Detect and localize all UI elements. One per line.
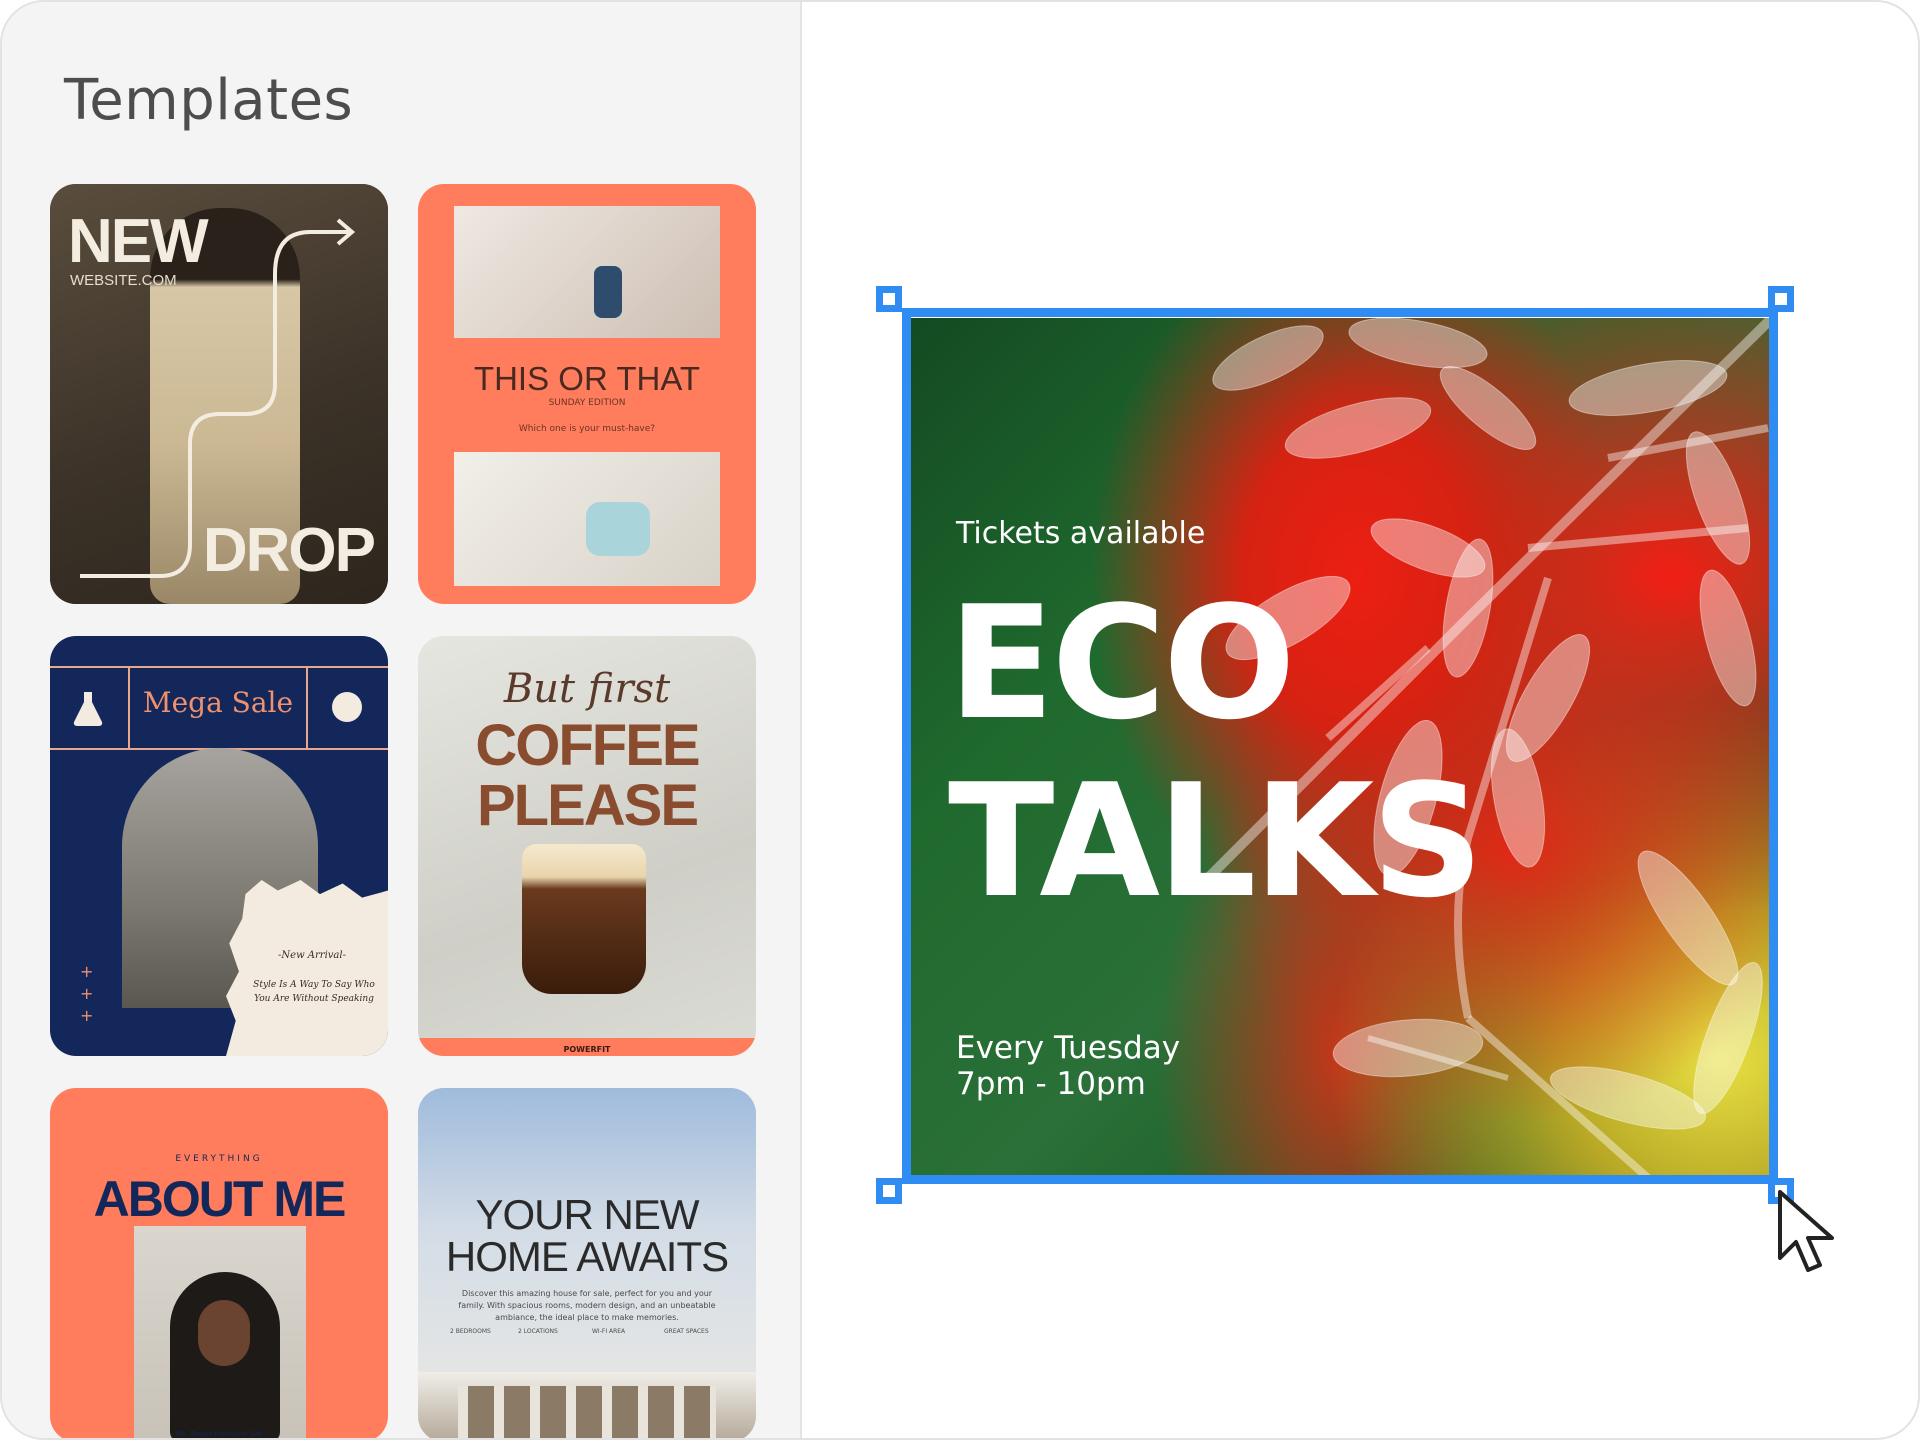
card-tagline: Style Is A Way To Say Who You Are Withou… — [253, 980, 375, 1004]
card-headline: COFFEE PLEASE — [418, 716, 756, 836]
headline-line-1: COFFEE — [475, 713, 700, 778]
card-headline: YOUR NEW HOME AWAITS — [418, 1194, 756, 1278]
resize-handle-top-left[interactable] — [876, 286, 902, 312]
portrait-face — [198, 1300, 250, 1366]
flask-icon — [73, 692, 103, 726]
template-card-this-or-that[interactable]: THIS OR THAT SUNDAY EDITION Which one is… — [418, 184, 756, 604]
feature-label: WI-FI AREA — [592, 1328, 626, 1335]
card-caption: Ms. Tangle Instructor Sat — [175, 1430, 263, 1438]
card-headline: Mega Sale — [142, 686, 294, 719]
template-card-coffee-please[interactable]: But first COFFEE PLEASE POWERFIT — [418, 636, 756, 1056]
feature-label: 2 BEDROOMS — [450, 1328, 491, 1335]
divider — [306, 666, 308, 750]
card-subtitle: SUNDAY EDITION — [548, 398, 626, 408]
card-headline: THIS OR THAT — [473, 360, 701, 397]
feature-label: 2 LOCATIONS — [518, 1328, 558, 1335]
app-frame: Templates NEW WEBSITE.COM DROP THIS OR T… — [0, 0, 1920, 1440]
panel-title: Templates — [64, 68, 354, 133]
plus-icon: + — [80, 984, 94, 1003]
jar-graphic — [586, 502, 650, 556]
card-headline-2: DROP — [202, 516, 376, 585]
headline-line-2: PLEASE — [476, 773, 699, 838]
coffee-glass — [522, 844, 646, 994]
templates-panel: Templates NEW WEBSITE.COM DROP THIS OR T… — [2, 2, 802, 1438]
card-kicker: EVERYTHING — [175, 1154, 263, 1164]
feature-label: GREAT SPACES — [664, 1328, 709, 1335]
template-card-new-drop[interactable]: NEW WEBSITE.COM DROP — [50, 184, 388, 604]
template-card-about-me[interactable]: EVERYTHING ABOUT ME Ms. Tangle Instructo… — [50, 1088, 388, 1438]
mouse-cursor-icon — [1778, 1190, 1834, 1272]
card-headline: ABOUT ME — [93, 1171, 347, 1227]
card-website: WEBSITE.COM — [70, 272, 177, 289]
product-photo-top — [454, 206, 720, 338]
template-card-mega-sale[interactable]: Mega Sale -New Arrival- Style Is A Way T… — [50, 636, 388, 1056]
card-headline: NEW — [68, 207, 209, 276]
card-brand: POWERFIT — [563, 1045, 611, 1054]
house-columns — [458, 1386, 716, 1438]
bottle-graphic — [594, 266, 622, 318]
plus-icon: + — [80, 1006, 94, 1025]
headline-line-1: YOUR NEW — [475, 1191, 700, 1238]
burst-shape — [226, 880, 388, 1056]
resize-handle-bottom-left[interactable] — [876, 1178, 902, 1204]
card-script: But first — [503, 666, 671, 712]
template-card-new-home[interactable]: YOUR NEW HOME AWAITS Discover this amazi… — [418, 1088, 756, 1438]
plus-icon: + — [80, 962, 94, 981]
card-arrival: -New Arrival- — [278, 950, 346, 961]
circle-icon — [332, 692, 362, 722]
card-question: Which one is your must-have? — [518, 424, 656, 434]
selection-box — [902, 308, 1778, 1184]
headline-line-2: HOME AWAITS — [445, 1233, 729, 1280]
resize-handle-top-right[interactable] — [1768, 286, 1794, 312]
card-description: Discover this amazing house for sale, pe… — [458, 1289, 716, 1322]
